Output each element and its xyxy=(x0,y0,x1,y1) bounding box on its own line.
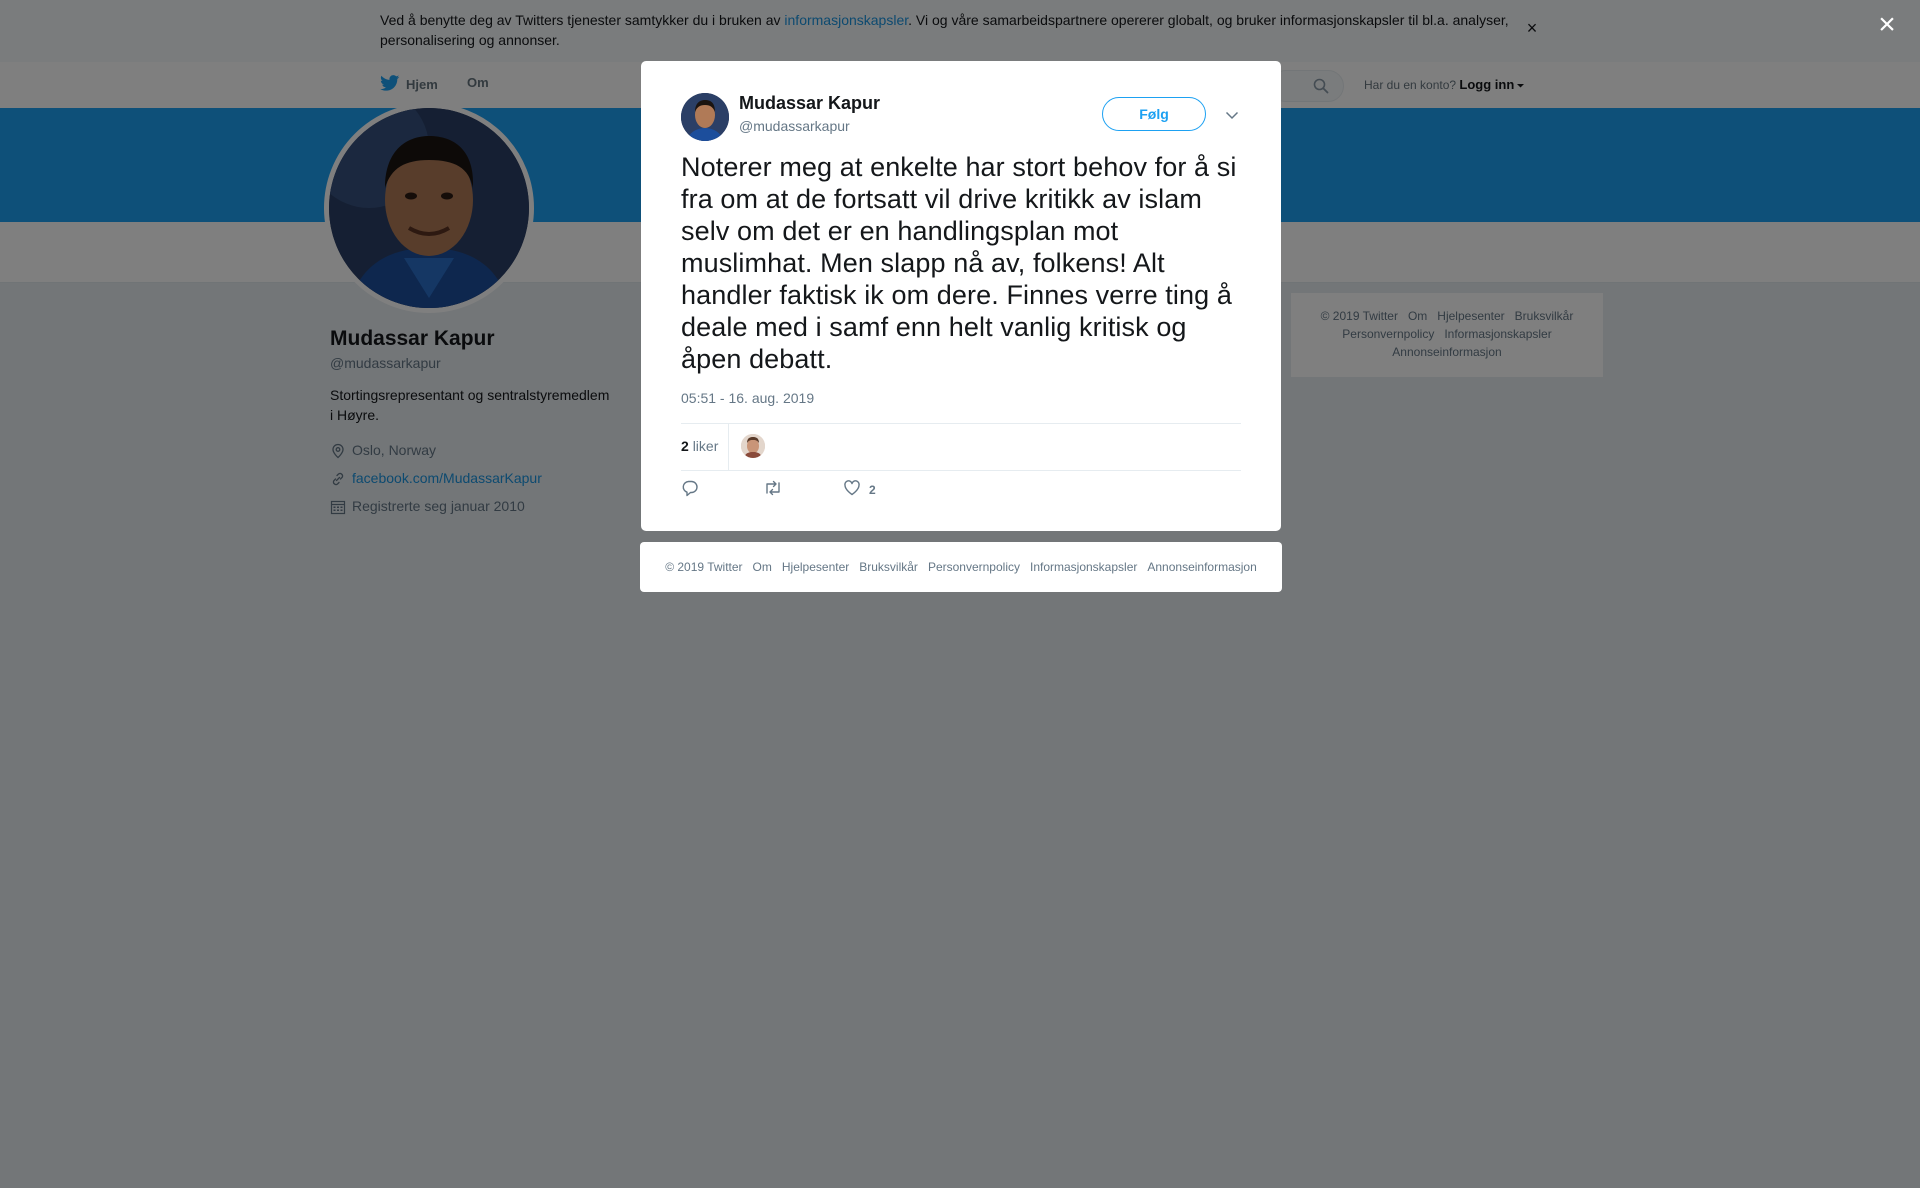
likes-number: 2 xyxy=(681,438,689,454)
modal-footer-about[interactable]: Om xyxy=(753,560,772,574)
reply-icon xyxy=(681,479,699,500)
heart-icon xyxy=(843,479,861,500)
tweet-dialog: Mudassar Kapur @mudassarkapur Følg Noter… xyxy=(641,61,1281,531)
close-icon[interactable]: × xyxy=(1874,10,1900,40)
like-button[interactable]: 2 xyxy=(843,479,876,500)
modal-footer-cookies[interactable]: Informasjonskapsler xyxy=(1030,560,1137,574)
like-count: 2 xyxy=(869,482,876,497)
tweet-text: Noterer meg at enkelte har stort behov f… xyxy=(681,152,1237,374)
tweet-author-name[interactable]: Mudassar Kapur xyxy=(739,93,880,114)
retweet-icon xyxy=(763,479,783,500)
tweet-author-handle[interactable]: @mudassarkapur xyxy=(739,118,850,134)
stats-divider xyxy=(728,424,729,470)
liker-avatar[interactable] xyxy=(741,434,765,458)
retweet-button[interactable] xyxy=(763,479,783,500)
modal-footer: © 2019 Twitter Om Hjelpesenter Bruksvilkår P… xyxy=(640,542,1282,592)
modal-footer-terms[interactable]: Bruksvilkår xyxy=(859,560,918,574)
likes-label: liker xyxy=(692,438,719,454)
tweet-timestamp[interactable]: 05:51 - 16. aug. 2019 xyxy=(681,390,814,406)
modal-footer-help[interactable]: Hjelpesenter xyxy=(782,560,849,574)
chevron-down-icon[interactable] xyxy=(1225,107,1239,125)
modal-footer-copyright: © 2019 Twitter xyxy=(665,560,743,574)
modal-footer-ads-info[interactable]: Annonseinformasjon xyxy=(1147,560,1256,574)
follow-button[interactable]: Følg xyxy=(1102,97,1206,131)
likes-count[interactable]: 2 liker xyxy=(681,438,718,454)
modal-overlay[interactable]: × Mudassar Kapur @mudassarkapur Følg Not… xyxy=(0,0,1920,1188)
tweet-actions: 2 xyxy=(681,479,1241,503)
reply-button[interactable] xyxy=(681,479,699,500)
modal-footer-privacy[interactable]: Personvernpolicy xyxy=(928,560,1020,574)
tweet-author-avatar[interactable] xyxy=(681,93,729,141)
tweet-stats: 2 liker xyxy=(681,423,1241,471)
